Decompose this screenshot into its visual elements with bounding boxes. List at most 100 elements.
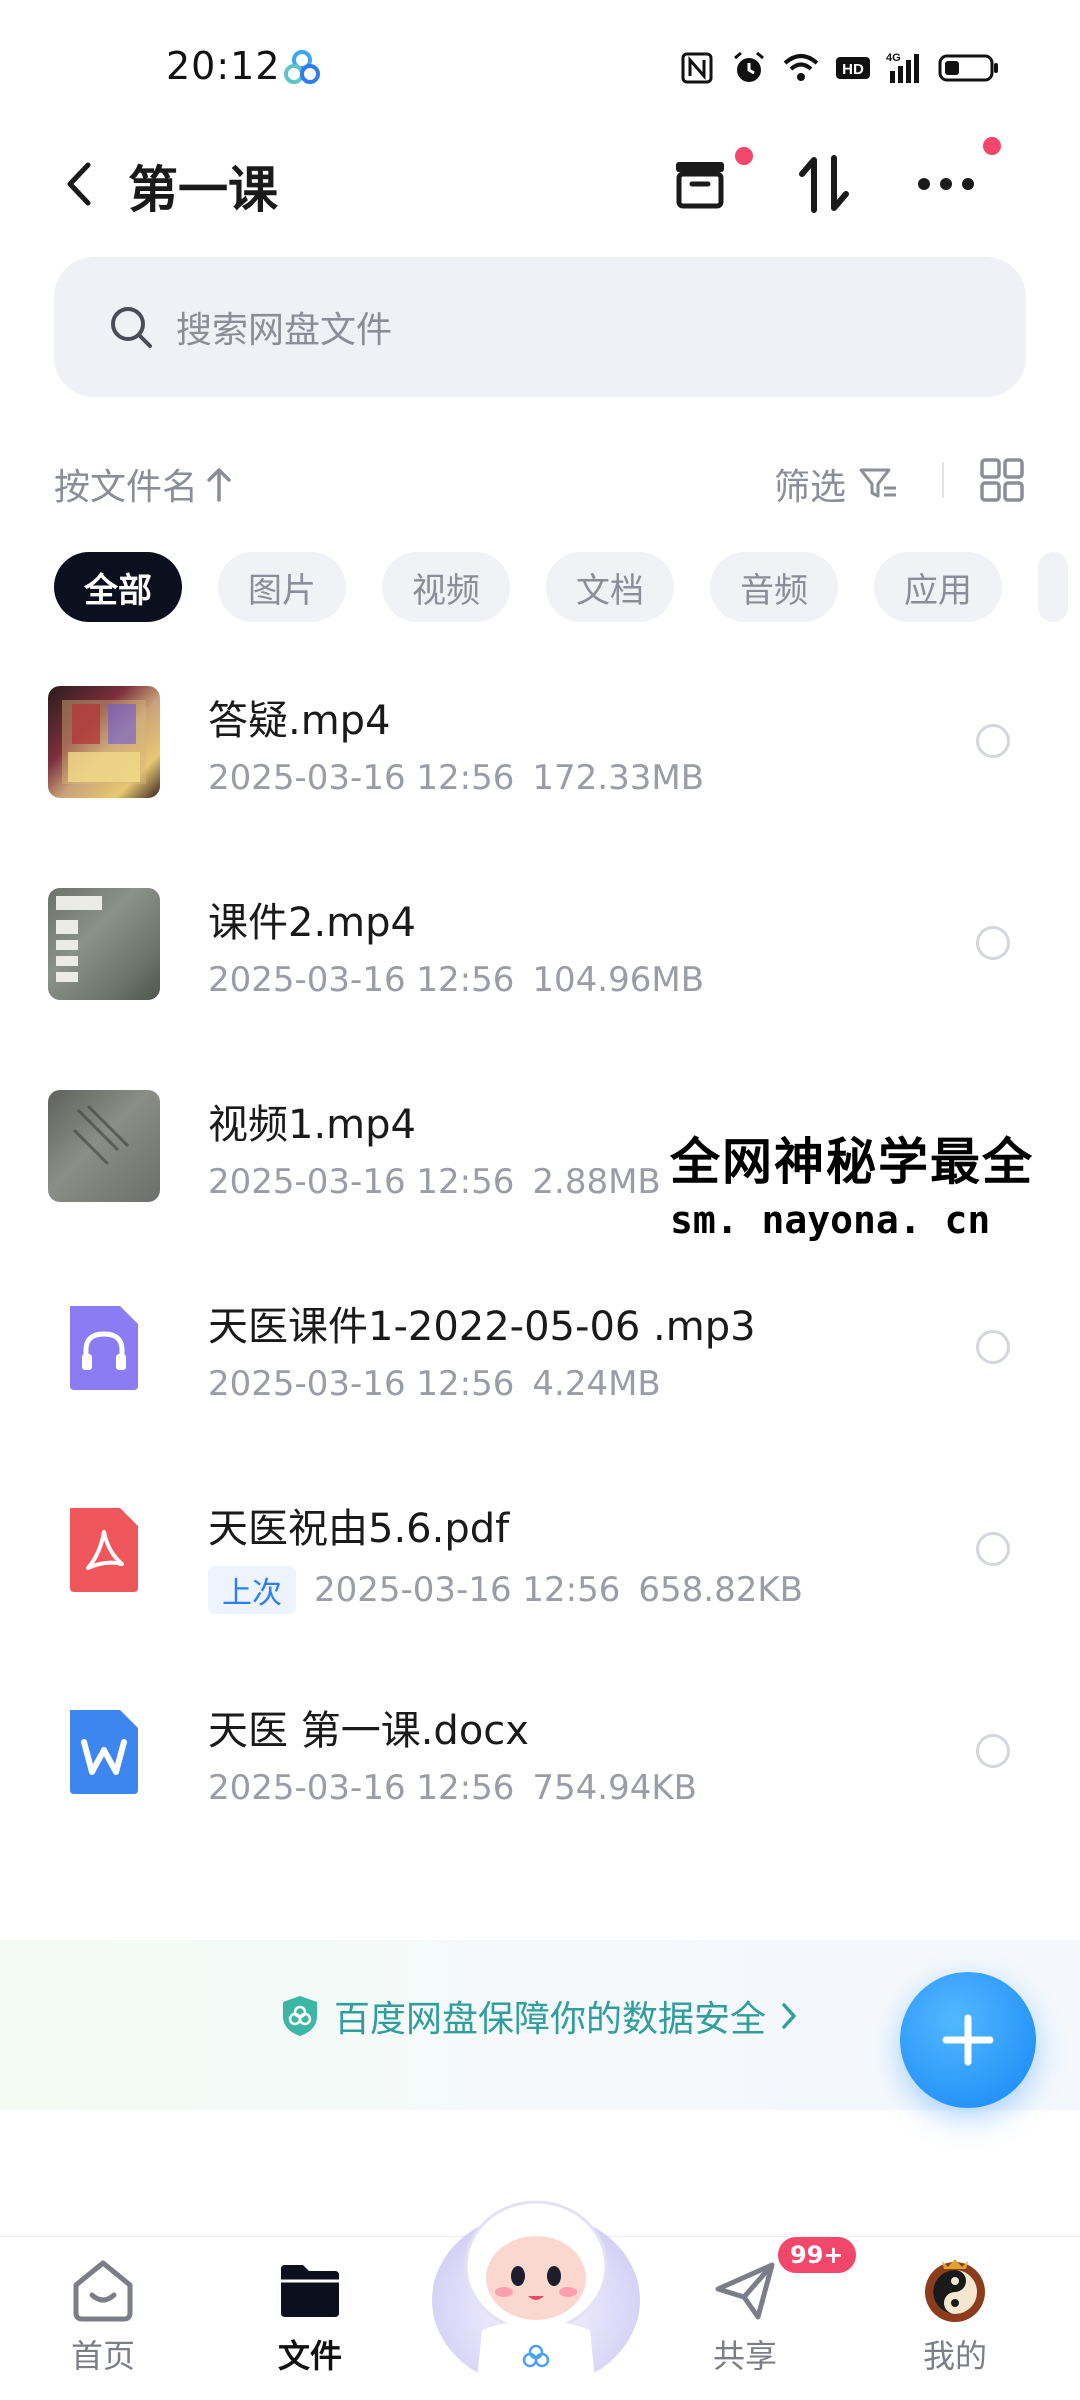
status-icons: HD 4G	[678, 48, 1000, 88]
watermark-line-2: sm. nayona. cn	[670, 1198, 991, 1242]
chip-images[interactable]: 图片	[218, 552, 346, 622]
box-icon	[676, 162, 724, 209]
select-radio[interactable]	[976, 926, 1010, 960]
file-date: 2025-03-16 12:56	[208, 1162, 515, 1202]
nav-me[interactable]: 我的	[880, 2255, 1030, 2377]
watermark-overlay: 全网神秘学最全 sm. nayona. cn	[670, 1122, 1080, 1262]
file-date: 2025-03-16 12:56	[208, 1364, 515, 1404]
filter-icon	[859, 468, 897, 498]
pdf-file-icon	[70, 1508, 138, 1592]
select-radio[interactable]	[976, 1532, 1010, 1566]
nav-home[interactable]: 首页	[28, 2255, 178, 2377]
wifi-icon	[783, 54, 819, 81]
sort-arrows-icon	[799, 155, 849, 213]
shield-icon	[283, 1996, 317, 2036]
status-bar: 20:12 HD 4G	[0, 0, 1080, 130]
nav-label: 共享	[712, 2337, 777, 2375]
more-button[interactable]	[910, 148, 982, 220]
nav-label: 我的	[922, 2337, 987, 2375]
notification-dot	[732, 144, 756, 168]
audio-file-icon	[70, 1306, 138, 1390]
file-size: 2.88MB	[532, 1162, 661, 1202]
file-meta: 2025-03-16 12:56 172.33MB	[208, 758, 704, 798]
file-name: 视频1.mp4	[208, 1102, 416, 1148]
security-link[interactable]: 百度网盘保障你的数据安全	[280, 1990, 798, 2042]
file-name: 答疑.mp4	[208, 698, 391, 744]
file-date: 2025-03-16 12:56	[208, 1768, 515, 1808]
file-meta: 2025-03-16 12:56 2.88MB	[208, 1162, 661, 1202]
grid-view-icon[interactable]	[978, 456, 1026, 504]
more-notification-dot	[980, 134, 1004, 158]
select-radio[interactable]	[976, 1734, 1010, 1768]
nav-label: 首页	[70, 2337, 135, 2375]
list-item[interactable]: 答疑.mp4 2025-03-16 12:56 172.33MB	[0, 680, 1080, 882]
divider	[942, 462, 944, 498]
chip-documents[interactable]: 文档	[546, 552, 674, 622]
add-button[interactable]	[900, 1972, 1036, 2108]
search-placeholder: 搜索网盘文件	[176, 310, 393, 351]
file-date: 2025-03-16 12:56	[208, 758, 515, 798]
battery-icon	[938, 54, 998, 82]
share-badge: 99+	[776, 2235, 858, 2275]
nav-label: 文件	[277, 2337, 342, 2375]
baidu-netdisk-status-icon	[284, 50, 320, 84]
list-item[interactable]: 天医祝由5.6.pdf 上次 2025-03-16 12:56 658.82KB	[0, 1488, 1080, 1690]
file-meta: 2025-03-16 12:56 754.94KB	[208, 1768, 697, 1808]
filter-label: 筛选	[774, 467, 847, 508]
file-name: 天医 第一课.docx	[208, 1708, 529, 1754]
chip-apps[interactable]: 应用	[874, 552, 1002, 622]
file-size: 658.82KB	[638, 1570, 803, 1610]
list-item[interactable]: 天医课件1-2022-05-06 .mp3 2025-03-16 12:56 4…	[0, 1286, 1080, 1488]
chevron-left-icon	[67, 162, 91, 206]
file-meta: 2025-03-16 12:56 104.96MB	[208, 960, 704, 1000]
sort-label: 按文件名	[54, 467, 199, 508]
chip-all[interactable]: 全部	[54, 552, 182, 622]
select-radio[interactable]	[976, 724, 1010, 758]
chip-audio[interactable]: 音频	[710, 552, 838, 622]
svg-text:4G: 4G	[886, 52, 901, 64]
file-size: 754.94KB	[532, 1768, 697, 1808]
chip-overflow[interactable]	[1038, 552, 1068, 622]
sort-by-name-button[interactable]: 按文件名	[54, 458, 232, 510]
file-size: 4.24MB	[532, 1364, 661, 1404]
home-icon	[73, 2260, 133, 2322]
last-opened-tag: 上次	[208, 1566, 296, 1614]
select-radio[interactable]	[976, 1330, 1010, 1364]
file-meta: 上次 2025-03-16 12:56 658.82KB	[208, 1566, 803, 1614]
list-item[interactable]: 天医 第一课.docx 2025-03-16 12:56 754.94KB	[0, 1690, 1080, 1892]
video-thumbnail	[48, 686, 160, 798]
arrow-up-icon	[207, 468, 231, 502]
folder-icon	[281, 2265, 339, 2317]
file-meta: 2025-03-16 12:56 4.24MB	[208, 1364, 661, 1404]
video-thumbnail	[48, 888, 160, 1000]
svg-text:HD: HD	[842, 61, 864, 78]
file-name: 课件2.mp4	[208, 900, 416, 946]
transfer-button[interactable]	[788, 148, 860, 220]
top-bar: 第一课	[0, 130, 1080, 240]
word-file-icon	[70, 1710, 138, 1794]
sort-row: 按文件名 筛选	[0, 440, 1080, 520]
search-input[interactable]: 搜索网盘文件	[54, 257, 1026, 397]
hd-icon: HD	[836, 57, 870, 79]
more-dots-icon	[918, 178, 974, 190]
status-time: 20:12	[166, 44, 281, 88]
file-size: 104.96MB	[532, 960, 705, 1000]
file-name: 天医课件1-2022-05-06 .mp3	[208, 1304, 756, 1350]
file-date: 2025-03-16 12:56	[314, 1570, 621, 1610]
list-item[interactable]: 课件2.mp4 2025-03-16 12:56 104.96MB	[0, 882, 1080, 1084]
search-icon	[111, 307, 152, 348]
file-date: 2025-03-16 12:56	[208, 960, 515, 1000]
page-title: 第一课	[128, 161, 278, 219]
paper-plane-icon	[715, 2262, 775, 2320]
file-list: 答疑.mp4 2025-03-16 12:56 172.33MB 课件2.mp4…	[0, 680, 1080, 1892]
filter-button[interactable]: 筛选	[774, 458, 898, 510]
alarm-icon	[734, 51, 764, 82]
mascot-assistant-button[interactable]	[426, 2180, 646, 2390]
chip-videos[interactable]: 视频	[382, 552, 510, 622]
watermark-line-1: 全网神秘学最全	[670, 1133, 1034, 1191]
category-chips: 全部 图片 视频 文档 音频 应用	[54, 552, 1068, 622]
chevron-right-icon	[782, 2003, 796, 2029]
nav-files[interactable]: 文件	[235, 2255, 385, 2377]
recycle-box-button[interactable]	[664, 148, 736, 220]
back-button[interactable]	[48, 152, 112, 216]
